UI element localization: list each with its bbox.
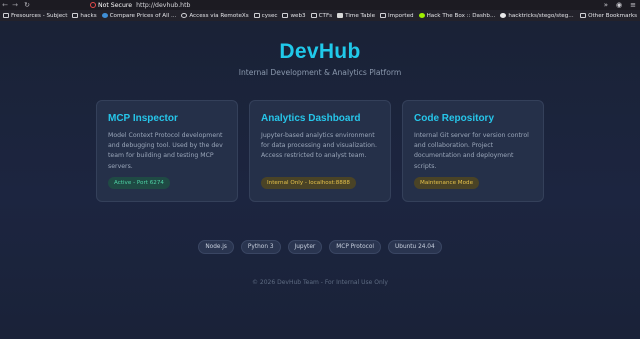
site-subtitle: Internal Development & Analytics Platfor… [238, 68, 402, 77]
bookmark-label: Compare Prices of All ... [109, 12, 177, 19]
service-cards: MCP Inspector Model Context Protocol dev… [96, 100, 544, 202]
bookmark-item[interactable]: Imported [380, 13, 414, 19]
bookmark-item[interactable]: hacks [72, 12, 97, 19]
folder-icon [580, 13, 587, 18]
bookmark-item[interactable]: CTFs [310, 12, 333, 19]
bookmark-label: Imported [388, 12, 414, 19]
back-icon[interactable]: ← [0, 1, 10, 9]
bookmark-item[interactable]: hacktricks/stego/steg... [500, 12, 574, 19]
status-badge: Maintenance Mode [414, 177, 480, 189]
bookmark-item[interactable]: Fresources - Subject [3, 13, 67, 19]
site-icon [337, 13, 344, 18]
address-bar[interactable]: http://devhub.htb [136, 2, 190, 9]
bookmark-label: Fresources - Subject [11, 12, 68, 19]
reload-icon[interactable]: ↻ [22, 1, 32, 9]
site-icon [101, 13, 108, 18]
folder-icon [72, 13, 79, 18]
bookmark-label: hacktricks/stego/steg... [508, 12, 574, 19]
browser-toolbar: ← → ↻ Not Secure http://devhub.htb » ◉ ≡ [0, 0, 640, 10]
not-secure-icon [90, 2, 96, 8]
extensions-icon[interactable]: » [604, 1, 608, 9]
tag-mcp-protocol: MCP Protocol [329, 240, 382, 254]
card-title: MCP Inspector [108, 113, 178, 124]
bookmark-label: CTFs [318, 12, 333, 19]
status-badge: Active - Port 6274 [108, 177, 170, 189]
account-icon[interactable]: ◉ [616, 1, 622, 9]
tag-jupyter: Jupyter [287, 240, 323, 254]
card-mcp-inspector[interactable]: MCP Inspector Model Context Protocol dev… [96, 100, 238, 202]
bookmark-item[interactable]: web3 [282, 12, 306, 19]
card-description: Model Context Protocol development and d… [108, 132, 223, 170]
bookmark-label: Time Table [345, 12, 376, 19]
bookmark-label: cysec [261, 12, 278, 19]
bookmark-label: web3 [290, 12, 306, 19]
bookmark-item[interactable]: Access via RemoteXs [181, 12, 249, 19]
card-description: Internal Git server for version control … [414, 132, 529, 170]
tech-tags: Node.js Python 3 Jupyter MCP Protocol Ub… [0, 240, 640, 254]
footer-text: © 2026 DevHub Team - For Internal Use On… [252, 279, 388, 286]
bookmark-label: Hack The Box :: Dashb... [426, 12, 496, 19]
security-label: Not Secure [98, 1, 133, 9]
bookmarks-bar: Fresources - Subject hacks Compare Price… [0, 10, 640, 21]
htb-icon [418, 13, 425, 18]
github-icon [500, 13, 507, 18]
forward-icon[interactable]: → [10, 1, 20, 9]
tag-ubuntu: Ubuntu 24.04 [388, 240, 442, 254]
folder-icon [310, 13, 317, 18]
folder-icon [282, 13, 289, 18]
globe-icon [181, 13, 188, 18]
page-content: DevHub Internal Development & Analytics … [0, 21, 640, 339]
bookmark-item[interactable]: Time Table [337, 13, 375, 19]
folder-icon [3, 13, 9, 18]
tag-python: Python 3 [240, 240, 281, 254]
toolbar-actions: » ◉ ≡ [604, 1, 636, 9]
tag-nodejs: Node.js [198, 240, 234, 254]
card-analytics-dashboard[interactable]: Analytics Dashboard Jupyter-based analyt… [249, 100, 391, 202]
status-badge: Internal Only - localhost:8888 [261, 177, 356, 189]
bookmark-item[interactable]: cysec [253, 12, 278, 19]
card-title: Analytics Dashboard [261, 113, 361, 124]
bookmark-label: hacks [80, 12, 97, 19]
other-bookmarks-label: Other Bookmarks [588, 12, 637, 19]
card-code-repository[interactable]: Code Repository Internal Git server for … [402, 100, 544, 202]
security-indicator[interactable]: Not Secure [90, 2, 132, 9]
card-description: Jupyter-based analytics environment for … [261, 132, 377, 160]
folder-icon [253, 13, 260, 18]
menu-icon[interactable]: ≡ [630, 1, 636, 9]
bookmark-label: Access via RemoteXs [189, 12, 249, 19]
bookmark-item[interactable]: Hack The Box :: Dashb... [418, 12, 496, 19]
other-bookmarks[interactable]: Other Bookmarks [580, 13, 637, 19]
card-title: Code Repository [414, 113, 495, 124]
bookmark-item[interactable]: Compare Prices of All ... [101, 12, 177, 19]
site-title: DevHub [279, 40, 361, 63]
folder-icon [380, 13, 387, 18]
